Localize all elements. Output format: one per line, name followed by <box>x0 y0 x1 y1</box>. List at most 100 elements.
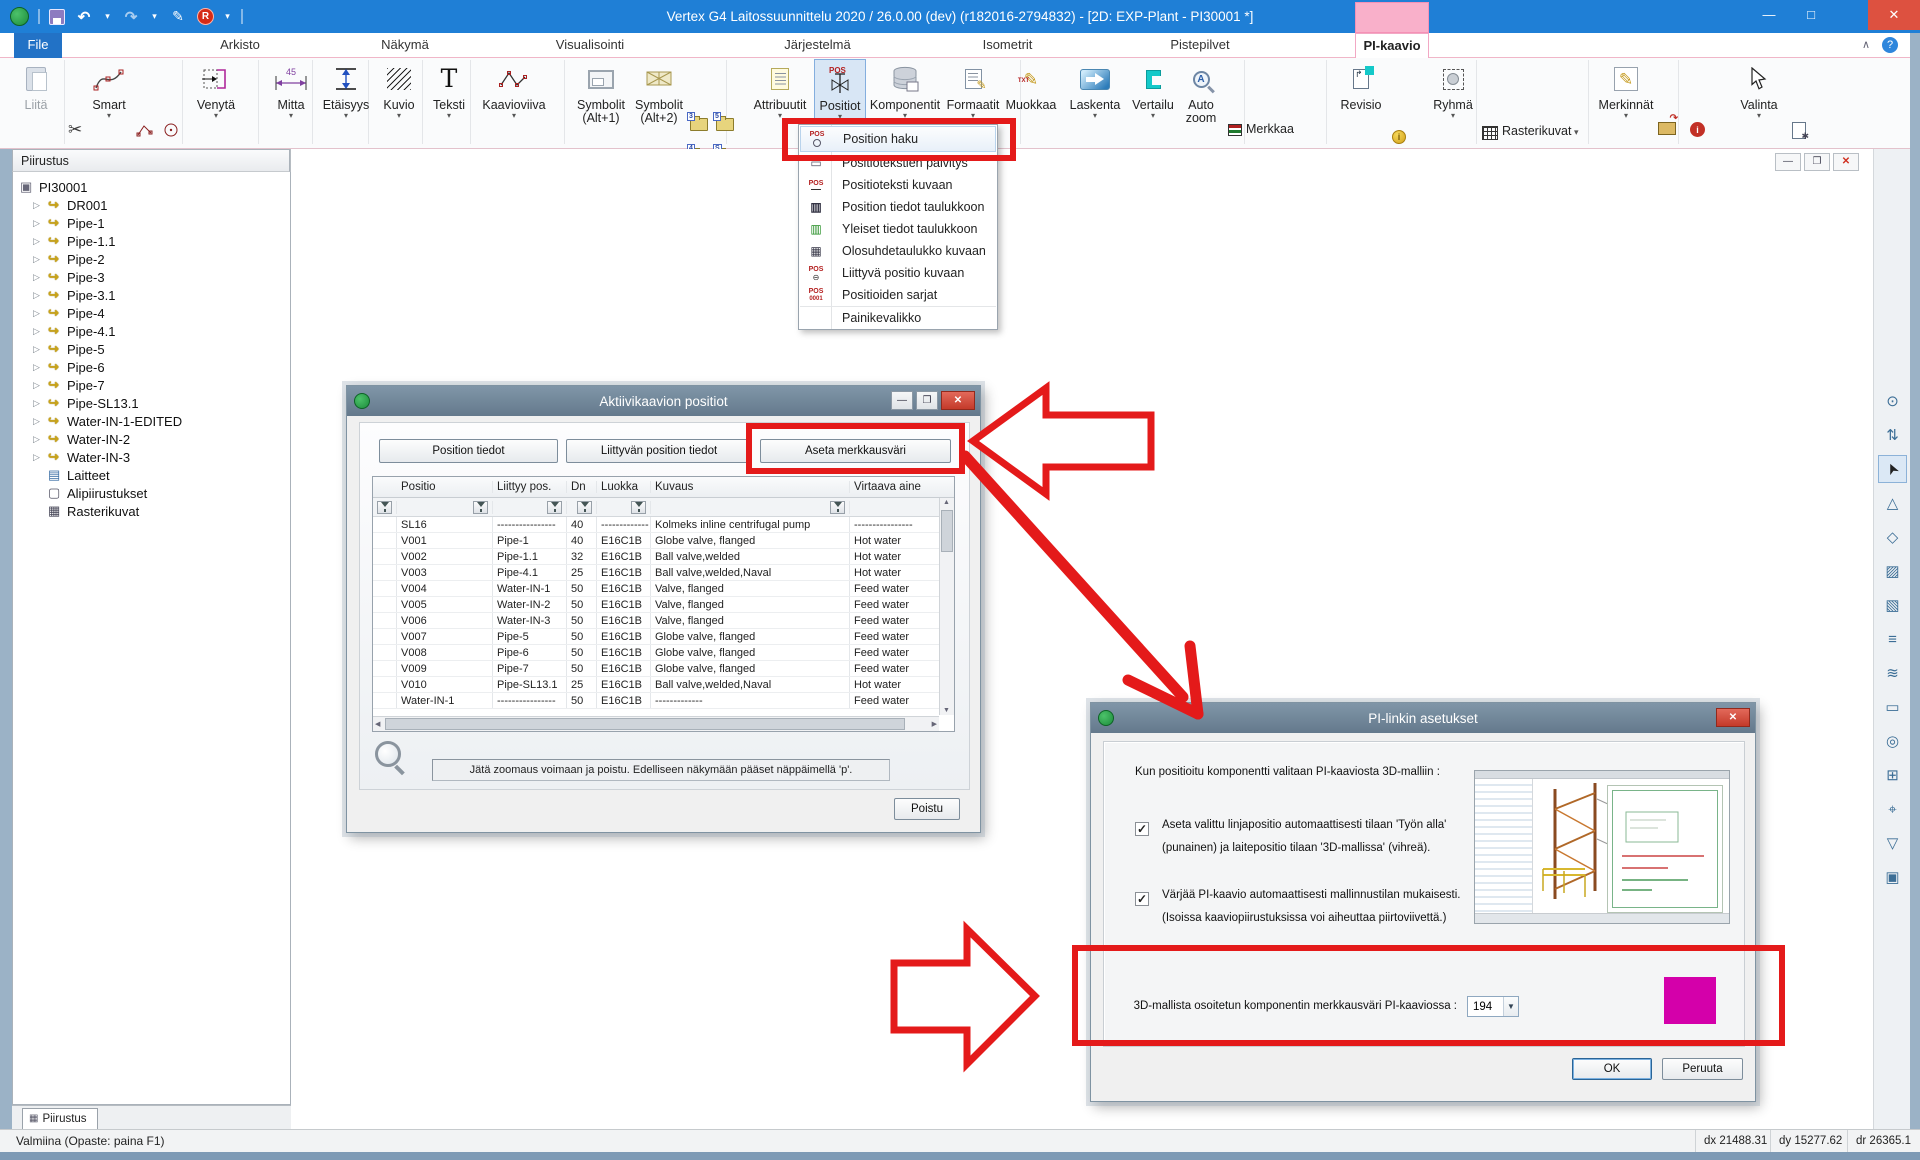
menu-item[interactable]: Position haku <box>800 126 996 152</box>
expander-icon[interactable] <box>33 326 48 337</box>
tree-item[interactable]: Pipe-1.1 <box>13 232 290 250</box>
window-maximize-button[interactable]: □ <box>1790 0 1832 30</box>
symbols-alt2-button[interactable]: Symbolit (Alt+2) <box>630 59 688 127</box>
symbol-folder-5-button[interactable]: 5 <box>716 118 734 131</box>
expander-icon[interactable] <box>33 434 48 445</box>
table-row[interactable]: V003 Pipe-4.1 25 E16C1B Ball valve,welde… <box>373 565 954 581</box>
autozoom-button[interactable]: A Auto zoom <box>1178 59 1224 127</box>
right-toolbar-button[interactable] <box>1878 591 1907 619</box>
expander-icon[interactable] <box>33 308 48 319</box>
table-row[interactable]: V010 Pipe-SL13.1 25 E16C1B Ball valve,we… <box>373 677 954 693</box>
page-settings-button[interactable] <box>1792 122 1806 139</box>
raster-images-label[interactable]: Rasterikuvat <box>1502 124 1579 138</box>
ribbon-tab[interactable]: Näkymä <box>330 33 480 58</box>
mdi-close-button[interactable]: ✕ <box>1833 153 1859 171</box>
dialog1-minimize-button[interactable]: — <box>891 391 913 410</box>
cut-button[interactable]: ✂ <box>68 120 82 140</box>
quick-access-icon[interactable] <box>241 9 243 24</box>
table-row[interactable]: V005 Water-IN-2 50 E16C1B Valve, flanged… <box>373 597 954 613</box>
ribbon-tab[interactable]: Isometrit <box>925 33 1090 58</box>
edit-txt-button[interactable]: ✎ Muokkaa <box>1004 59 1058 127</box>
ribbon-tab[interactable]: Pistepilvet <box>1110 33 1290 58</box>
tree-item[interactable]: Pipe-1 <box>13 214 290 232</box>
right-toolbar-button[interactable] <box>1878 693 1907 721</box>
stretch-button[interactable]: Venytä <box>190 59 242 127</box>
menu-item[interactable]: Positiotekstien päivitys <box>800 152 996 174</box>
col-kuvaus[interactable]: Kuvaus <box>651 481 850 493</box>
annotations-button[interactable]: Merkinnät <box>1596 59 1656 127</box>
components-button[interactable]: Komponentit <box>868 59 942 127</box>
calculation-button[interactable]: Laskenta <box>1066 59 1124 127</box>
expander-icon[interactable] <box>33 416 48 427</box>
expander-icon[interactable] <box>33 398 48 409</box>
table-row[interactable]: V008 Pipe-6 50 E16C1B Globe valve, flang… <box>373 645 954 661</box>
revision-button[interactable]: Revisio <box>1334 59 1388 127</box>
quick-access-icon[interactable] <box>168 7 188 27</box>
tree-item[interactable]: Pipe-7 <box>13 376 290 394</box>
group-button[interactable]: Ryhmä <box>1430 59 1476 127</box>
table-row[interactable]: V004 Water-IN-1 50 E16C1B Valve, flanged… <box>373 581 954 597</box>
tree-item[interactable]: Alipiirustukset <box>13 484 290 502</box>
tree-item[interactable]: Pipe-6 <box>13 358 290 376</box>
ribbon-tab[interactable]: PI-kaavio <box>1355 33 1429 58</box>
compare-button[interactable]: Vertailu <box>1128 59 1178 127</box>
table-row[interactable]: V002 Pipe-1.1 32 E16C1B Ball valve,welde… <box>373 549 954 565</box>
expander-icon[interactable] <box>33 344 48 355</box>
tree-item[interactable]: Pipe-SL13.1 <box>13 394 290 412</box>
expander-icon[interactable] <box>33 254 48 265</box>
dialog2-title-bar[interactable]: PI-linkin asetukset ✕ <box>1091 703 1755 733</box>
right-toolbar-button[interactable] <box>1878 557 1907 585</box>
table-row[interactable]: Water-IN-1 ---------------- 50 E16C1B --… <box>373 693 954 709</box>
right-toolbar-button[interactable] <box>1878 761 1907 789</box>
table-row[interactable]: V006 Water-IN-3 50 E16C1B Valve, flanged… <box>373 613 954 629</box>
col-luokka[interactable]: Luokka <box>597 481 651 493</box>
right-toolbar-button[interactable] <box>1878 625 1907 653</box>
window-minimize-button[interactable]: — <box>1748 0 1790 30</box>
menu-item[interactable]: Yleiset tiedot taulukkoon <box>800 218 996 240</box>
ribbon-tab[interactable]: File <box>14 33 62 58</box>
right-toolbar-button[interactable] <box>1878 387 1907 415</box>
dialog1-maximize-button[interactable]: ❐ <box>916 391 938 410</box>
tree-item[interactable]: Pipe-4 <box>13 304 290 322</box>
distance-button[interactable]: Etäisyys <box>319 59 373 127</box>
ribbon-tab[interactable]: Arkisto <box>170 33 310 58</box>
filter-funnel-icon[interactable] <box>830 501 845 514</box>
quick-access-icon[interactable] <box>49 9 65 25</box>
quick-access-icon[interactable] <box>74 7 94 27</box>
paste-button[interactable]: Liitä <box>12 59 60 127</box>
formats-button[interactable]: Formaatit <box>944 59 1002 127</box>
col-virtaava-aine[interactable]: Virtaava aine <box>850 481 940 493</box>
dialog1-close-icon[interactable]: ✕ <box>941 391 975 410</box>
tree-item[interactable]: Pipe-4.1 <box>13 322 290 340</box>
window-close-button[interactable]: ✕ <box>1868 0 1920 30</box>
scrollbar-thumb[interactable] <box>385 718 905 730</box>
scrollbar-thumb[interactable] <box>941 510 953 552</box>
filter-funnel-icon[interactable] <box>547 501 562 514</box>
quick-access-icon[interactable] <box>10 7 29 26</box>
ribbon-collapse-icon[interactable]: ∧ <box>1862 38 1870 51</box>
mark-label[interactable]: Merkkaa <box>1246 122 1294 136</box>
dialog1-title-bar[interactable]: Aktiivikaavion positiot — ❐ ✕ <box>347 386 980 416</box>
menu-item[interactable]: Olosuhdetaulukko kuvaan <box>800 240 996 262</box>
tree-item[interactable]: Pipe-3 <box>13 268 290 286</box>
cancel-button[interactable]: Peruuta <box>1662 1058 1743 1080</box>
tree-item[interactable]: PI30001 <box>13 178 290 196</box>
table-row[interactable]: V009 Pipe-7 50 E16C1B Globe valve, flang… <box>373 661 954 677</box>
linked-position-info-button[interactable]: Liittyvän position tiedot <box>566 439 752 463</box>
tree-item[interactable]: Pipe-2 <box>13 250 290 268</box>
filter-funnel-icon[interactable] <box>473 501 488 514</box>
symbols-alt1-button[interactable]: Symbolit (Alt+1) <box>572 59 630 127</box>
table-row[interactable]: V001 Pipe-1 40 E16C1B Globe valve, flang… <box>373 533 954 549</box>
revision-info-button[interactable]: i <box>1392 130 1406 144</box>
menu-item[interactable]: Positioiden sarjat <box>800 284 996 306</box>
filter-funnel-icon[interactable] <box>577 501 592 514</box>
right-toolbar-button[interactable] <box>1878 489 1907 517</box>
expander-icon[interactable] <box>33 362 48 373</box>
table-vertical-scrollbar[interactable] <box>939 498 954 715</box>
dimension-button[interactable]: 45 Mitta <box>263 59 319 127</box>
color-number-select[interactable]: 194 ▼ <box>1467 996 1519 1017</box>
table-horizontal-scrollbar[interactable] <box>373 716 939 731</box>
right-toolbar-button[interactable] <box>1878 727 1907 755</box>
filter-funnel-icon[interactable] <box>631 501 646 514</box>
expander-icon[interactable] <box>33 452 48 463</box>
